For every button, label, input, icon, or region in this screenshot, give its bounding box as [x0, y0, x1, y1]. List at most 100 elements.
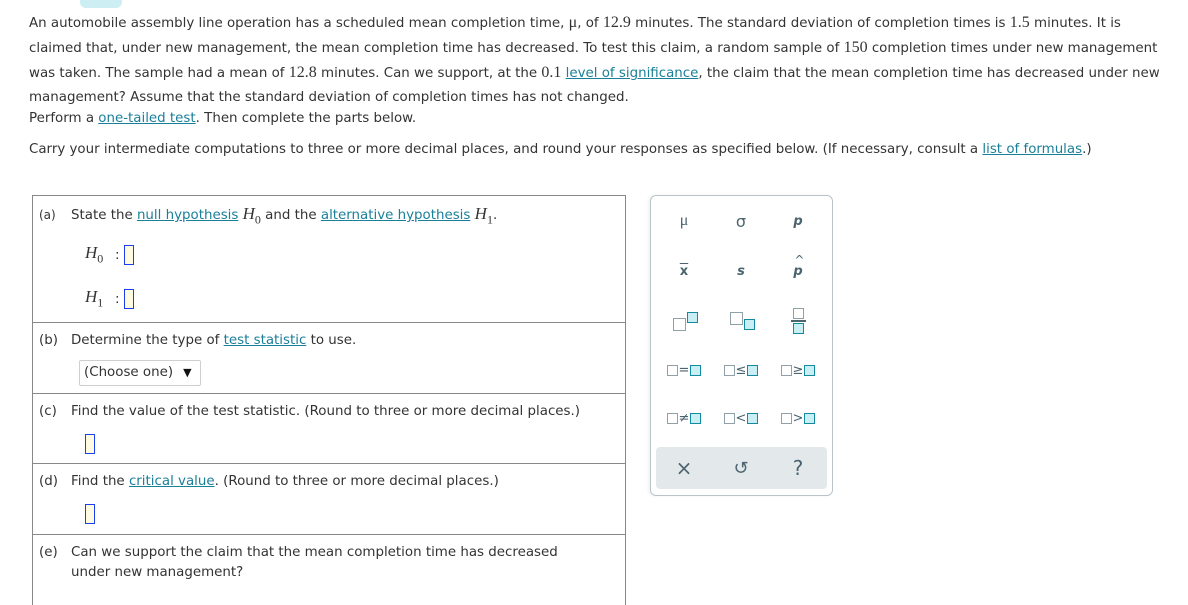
- critical-value-input[interactable]: [85, 504, 95, 524]
- superscript-icon: [673, 312, 698, 331]
- perform-text: Perform a: [29, 111, 99, 126]
- problem-text: minutes. The standard deviation of compl…: [630, 16, 1010, 31]
- one-tailed-test-link[interactable]: one-tailed test: [98, 111, 195, 126]
- equals-button[interactable]: =: [659, 355, 709, 385]
- part-a-prompt: (a) State the null hypothesis H0 and the …: [39, 204, 497, 229]
- part-e-prompt: (e) Can we support the claim that the mea…: [39, 543, 558, 583]
- test-statistic-input[interactable]: [85, 434, 95, 454]
- prompt-text: Find the value of the test statistic. (R…: [71, 404, 581, 419]
- equals-sign: =: [678, 362, 690, 378]
- level-of-significance-link[interactable]: level of significance: [566, 66, 699, 81]
- less-than-button[interactable]: <: [716, 403, 766, 433]
- colon: :: [115, 290, 120, 307]
- problem-statement: An automobile assembly line operation ha…: [29, 11, 1174, 110]
- h0-row: H0 :: [85, 243, 134, 266]
- population-mean: 12.9: [602, 14, 631, 31]
- mu-symbol: μ: [568, 14, 578, 31]
- part-d: (d) Find the critical value. (Round to th…: [33, 464, 625, 535]
- sample-size: 150: [843, 39, 868, 56]
- colon: :: [115, 246, 120, 263]
- greater-than-sign: >: [792, 410, 804, 426]
- less-than-sign: <: [735, 410, 747, 426]
- h0-label: H0: [85, 243, 113, 266]
- part-c-prompt: (c) Find the value of the test statistic.…: [39, 402, 580, 422]
- sigma-button[interactable]: σ: [716, 206, 766, 236]
- fraction-icon: [790, 308, 806, 334]
- x-bar-button[interactable]: x: [659, 256, 709, 286]
- h1-letter: H: [85, 287, 98, 306]
- not-equal-button[interactable]: ≠: [659, 403, 709, 433]
- h1-answer-input[interactable]: [123, 288, 134, 309]
- h1-subscript: 1: [97, 295, 104, 310]
- question-parts: (a) State the null hypothesis H0 and the …: [32, 195, 626, 605]
- h0-letter: H: [85, 243, 98, 262]
- p-hat-icon: ^ p: [793, 252, 805, 279]
- h0-letter: H: [242, 204, 255, 223]
- close-icon: ×: [675, 456, 693, 480]
- undo-button[interactable]: ↺: [716, 453, 766, 483]
- test-statistic-select[interactable]: (Choose one) ▼: [79, 360, 201, 386]
- not-equal-sign: ≠: [678, 410, 690, 426]
- part-letter: (b): [39, 333, 58, 348]
- s-button[interactable]: s: [716, 256, 766, 286]
- less-equal-sign: ≤: [735, 362, 747, 378]
- problem-text: An automobile assembly line operation ha…: [29, 16, 569, 31]
- greater-than-icon: >: [780, 410, 816, 426]
- list-of-formulas-link[interactable]: list of formulas: [982, 142, 1082, 157]
- p-hat-button[interactable]: ^ p: [773, 252, 823, 286]
- less-than-icon: <: [723, 410, 759, 426]
- prompt-text: under new management?: [71, 565, 244, 580]
- dropdown-arrow-icon: ▼: [183, 366, 192, 379]
- h1-label: H1: [85, 287, 113, 310]
- clear-button[interactable]: ×: [659, 453, 709, 483]
- h0-answer-input[interactable]: [123, 244, 134, 265]
- select-value: (Choose one): [84, 365, 174, 380]
- part-c: (c) Find the value of the test statistic.…: [33, 394, 625, 464]
- test-statistic-link[interactable]: test statistic: [224, 333, 307, 348]
- significance-level: 0.1: [541, 64, 562, 81]
- greater-equal-sign: ≥: [792, 362, 804, 378]
- h0-symbol: H0: [242, 204, 261, 226]
- h1-symbol: H1: [474, 204, 493, 226]
- s-icon: s: [737, 263, 745, 279]
- greater-than-button[interactable]: >: [773, 403, 823, 433]
- fraction-button[interactable]: [773, 306, 823, 336]
- less-equal-icon: ≤: [723, 362, 759, 378]
- equals-icon: =: [666, 362, 702, 378]
- h1-row: H1 :: [85, 287, 134, 310]
- part-letter: (c): [39, 404, 57, 419]
- p-icon: p: [793, 213, 803, 229]
- h0-subscript: 0: [97, 251, 104, 266]
- top-tab-indicator: [80, 0, 122, 8]
- prompt-text: State the: [71, 208, 137, 223]
- subscript-icon: [730, 312, 755, 330]
- part-e: (e) Can we support the claim that the mea…: [33, 535, 625, 605]
- prompt-text: and the: [260, 208, 321, 223]
- sample-mean: 12.8: [288, 64, 317, 81]
- superscript-button[interactable]: [659, 306, 709, 336]
- help-button[interactable]: ?: [773, 453, 823, 483]
- part-letter: (e): [39, 545, 58, 560]
- standard-deviation: 1.5: [1009, 14, 1030, 31]
- x-bar-icon: x: [679, 263, 689, 279]
- mu-button[interactable]: μ: [659, 206, 709, 236]
- carry-instruction: Carry your intermediate computations to …: [29, 142, 1092, 157]
- greater-equal-button[interactable]: ≥: [773, 355, 823, 385]
- alternative-hypothesis-link[interactable]: alternative hypothesis: [321, 208, 471, 223]
- null-hypothesis-link[interactable]: null hypothesis: [137, 208, 238, 223]
- critical-value-link[interactable]: critical value: [129, 474, 215, 489]
- p-button[interactable]: p: [773, 206, 823, 236]
- problem-text: , of: [577, 16, 603, 31]
- part-letter: (a): [39, 208, 56, 222]
- math-palette: μ σ p x s ^ p = ≤ ≥ ≠ < > × ↺ ?: [650, 195, 833, 496]
- prompt-text: .: [492, 208, 498, 223]
- h1-letter: H: [474, 204, 487, 223]
- carry-text: Carry your intermediate computations to …: [29, 142, 983, 157]
- undo-icon: ↺: [733, 457, 749, 479]
- carry-text: .): [1082, 142, 1092, 157]
- part-b-prompt: (b) Determine the type of test statistic …: [39, 331, 356, 351]
- subscript-button[interactable]: [716, 306, 766, 336]
- less-equal-button[interactable]: ≤: [716, 355, 766, 385]
- perform-text: . Then complete the parts below.: [195, 111, 417, 126]
- part-letter: (d): [39, 474, 58, 489]
